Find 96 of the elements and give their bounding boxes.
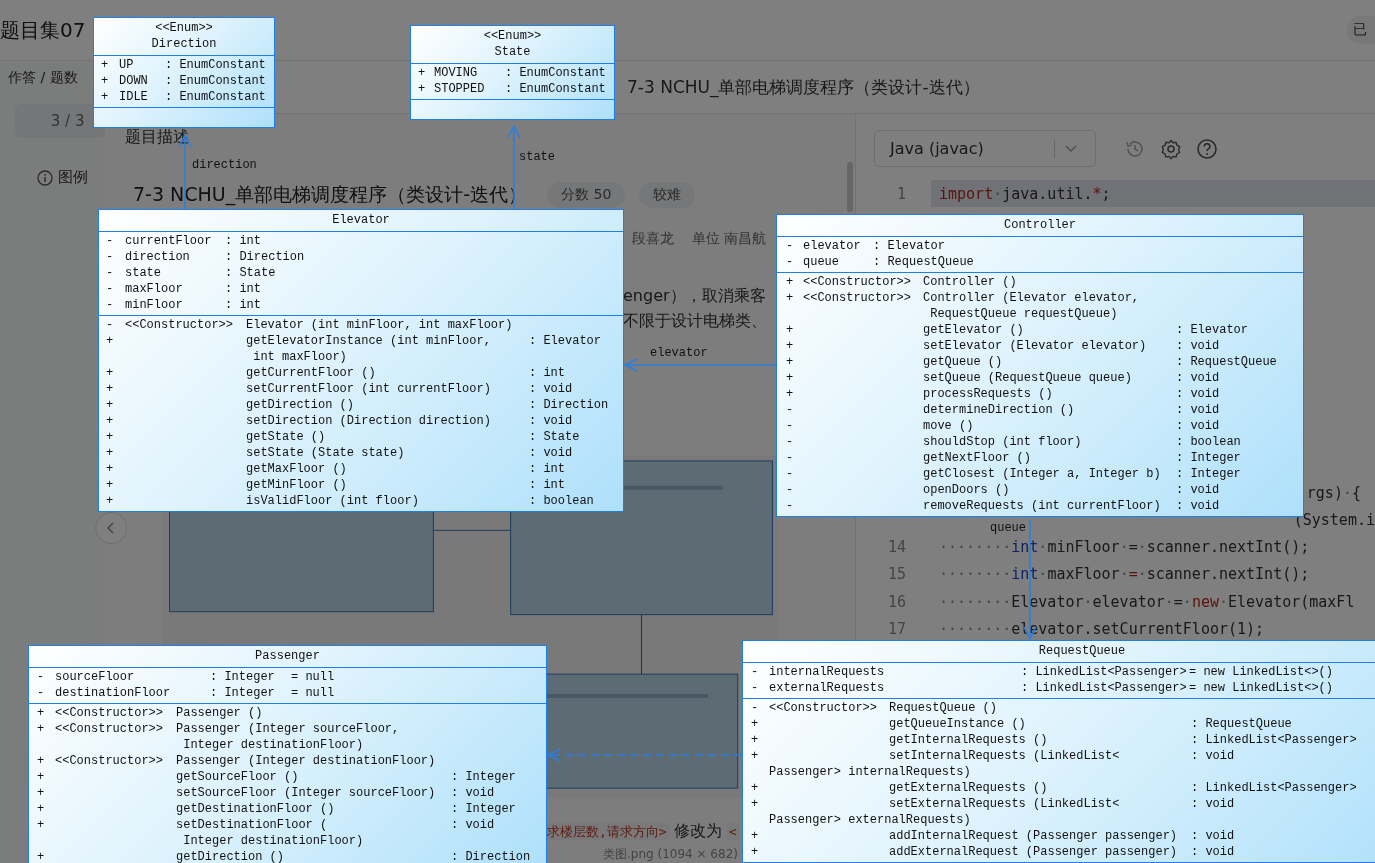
help-icon[interactable]: [1196, 137, 1218, 160]
method-line: + <<Constructor>> Passenger (Integer destinationFloor): [37, 753, 437, 769]
method-line: + setExternalRequests (LinkedList< : void Passenger> externalRequests): [751, 796, 1236, 828]
method-line: - determineDirection () : void: [786, 402, 1221, 418]
attribute-line: - internalRequests : LinkedList<Passenger> = new LinkedList<>(): [751, 664, 1335, 680]
line-number: 17: [886, 619, 906, 638]
language-select[interactable]: Java (javac): [874, 130, 1096, 167]
description-text: 不限于设计电梯类、: [623, 310, 767, 332]
method-line: - move () : void: [786, 418, 1221, 434]
attribute-line: - direction : Direction: [106, 249, 306, 265]
method-line: + getMinFloor () : int: [106, 477, 566, 493]
method-line: + setDestinationFloor ( : void Integer destinationFloor): [37, 817, 496, 849]
chevron-down-icon: [1065, 144, 1077, 153]
line-number: 16: [886, 592, 906, 611]
progress-count[interactable]: 3 / 3: [14, 104, 105, 138]
method-line: + getDirection () : Direction: [106, 397, 610, 413]
method-line: - getNextFloor () : Integer: [786, 450, 1242, 466]
method-line: + setState (State state) : void: [106, 445, 574, 461]
class-name: Controller: [1004, 217, 1076, 233]
method-line: + <<Constructor>> Controller (): [786, 274, 1018, 290]
problem-tag: 分数 50: [547, 181, 626, 208]
progress-label: 作答 / 题数: [8, 69, 78, 87]
author-info: 单位 南昌航: [692, 229, 767, 248]
method-line: - shouldStop (int floor) : boolean: [786, 434, 1242, 450]
stereotype-label: <<Enum>>: [155, 20, 213, 36]
line-number: 15: [886, 565, 906, 584]
class-name: Direction: [151, 36, 217, 52]
attribute-line: - elevator : Elevator: [786, 238, 946, 254]
method-line: + getInternalRequests () : LinkedList<Passenger>: [751, 732, 1358, 748]
method-line: + isValidFloor (int floor) : boolean: [106, 493, 595, 509]
method-line: + getQueue () : RequestQueue: [786, 354, 1278, 370]
problem-title: 7-3 NCHU_单部电梯调度程序（类设计-迭代）: [627, 75, 980, 99]
attribute-line: + MOVING : EnumConstant: [418, 65, 607, 81]
method-line: - <<Constructor>> Elevator (int minFloor, int maxFloor): [106, 317, 514, 333]
method-line: + getElevator () : Elevator: [786, 322, 1249, 338]
association-label: elevator: [650, 346, 708, 360]
attribute-line: - destinationFloor : Integer = null: [37, 685, 336, 701]
method-line: + setDirection (Direction direction) : void: [106, 413, 574, 429]
method-line: + getQueueInstance () : RequestQueue: [751, 716, 1293, 732]
association-label: direction: [192, 158, 257, 172]
problem-tag: 较难: [639, 181, 696, 208]
method-line: + getState () : State: [106, 429, 581, 445]
class-name: State: [494, 44, 531, 60]
code-line: import·java.util.*;: [939, 184, 1111, 203]
method-line: - <<Constructor>> RequestQueue (): [751, 700, 999, 716]
method-line: + <<Constructor>> Passenger (Integer sourceFloor, Integer destinationFloor): [37, 721, 401, 753]
method-line: + setQueue (RequestQueue queue) : void: [786, 370, 1221, 386]
method-line: + addExternalRequest (Passenger passenger) : void: [751, 844, 1236, 860]
attribute-line: - sourceFloor : Integer = null: [37, 669, 336, 685]
attribute-line: + UP : EnumConstant: [101, 57, 267, 73]
method-line: - openDoors () : void: [786, 482, 1221, 498]
attribute-line: - maxFloor : int: [106, 281, 262, 297]
attribute-line: + DOWN : EnumConstant: [101, 73, 267, 89]
method-line: + getSourceFloor () : Integer: [37, 769, 517, 785]
settings-icon[interactable]: [1160, 137, 1182, 160]
attribute-line: - externalRequests : LinkedList<Passenger> = new LinkedList<>(): [751, 680, 1335, 696]
page-title: 题目集07: [0, 16, 86, 44]
info-icon: [37, 169, 53, 186]
method-line: + getElevatorInstance (int minFloor, : Elevator int maxFloor): [106, 333, 602, 365]
attribute-line: - queue : RequestQueue: [786, 254, 975, 270]
method-line: + getCurrentFloor () : int: [106, 365, 566, 381]
method-line: + setSourceFloor (Integer sourceFloor) : void: [37, 785, 496, 801]
attribute-line: + STOPPED : EnumConstant: [418, 81, 607, 97]
legend-link[interactable]: 图例: [58, 168, 88, 187]
method-line: + getDestinationFloor () : Integer: [37, 801, 517, 817]
class-name: Passenger: [255, 648, 320, 664]
attribute-line: + IDLE : EnumConstant: [101, 89, 267, 105]
stereotype-label: <<Enum>>: [483, 28, 542, 44]
association-label: state: [519, 150, 555, 164]
method-line: + setCurrentFloor (int currentFloor) : void: [106, 381, 574, 397]
attribute-line: - currentFloor : int: [106, 233, 262, 249]
line-number: 14: [886, 538, 906, 557]
method-line: + setInternalRequests (LinkedList< : void Passenger> internalRequests): [751, 748, 1236, 780]
method-line: + getExternalRequests () : LinkedList<Passenger>: [751, 780, 1358, 796]
method-line: - removeRequests (int currentFloor) : void: [786, 498, 1221, 514]
method-line: + getDirection () : Direction: [37, 849, 532, 863]
author-info: 段喜龙: [632, 229, 674, 248]
class-name: RequestQueue: [1038, 643, 1126, 659]
method-line: - getClosest (Integer a, Integer b) : Integer: [786, 466, 1242, 482]
code-line: rgs)·{: [1306, 483, 1361, 502]
line-number: 1: [895, 184, 906, 203]
method-line: + addInternalRequest (Passenger passenger) : void: [751, 828, 1236, 844]
description-text: enger），取消乘客: [623, 285, 766, 307]
code-line: (System.i: [1293, 510, 1375, 529]
attribute-line: - minFloor : int: [106, 297, 262, 313]
status-button[interactable]: 已: [1347, 16, 1375, 44]
method-line: + <<Constructor>> Controller (Elevator elevator, RequestQueue requestQueue): [786, 290, 1141, 322]
chevron-left-icon: [107, 522, 115, 534]
class-name: Elevator: [332, 212, 390, 228]
attribute-line: - state : State: [106, 265, 277, 281]
method-line: + setElevator (Elevator elevator) : void: [786, 338, 1221, 354]
method-line: + processRequests () : void: [786, 386, 1221, 402]
association-label: queue: [990, 521, 1026, 535]
description-text: 求楼层数,请求方向> 修改为 <: [545, 820, 739, 842]
method-line: + getMaxFloor () : int: [106, 461, 566, 477]
method-line: + <<Constructor>> Passenger (): [37, 705, 264, 721]
